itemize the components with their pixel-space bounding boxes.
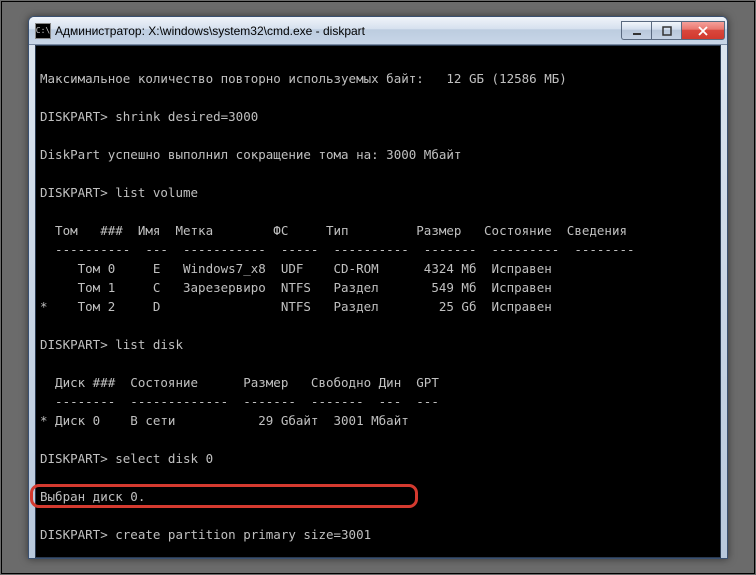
table-header: Том ### Имя Метка ФС Тип Размер Состояни…: [40, 223, 627, 238]
table-row: Том 1 C Зарезервиро NTFS Раздел 549 Мб И…: [40, 280, 552, 295]
output-line: Выбран диск 0.: [40, 489, 145, 504]
close-button[interactable]: [681, 21, 725, 40]
window-title: Администратор: X:\windows\system32\cmd.e…: [55, 24, 621, 38]
output-line: DiskPart успешно выполнил сокращение том…: [40, 147, 461, 162]
maximize-button[interactable]: [651, 21, 681, 40]
table-rule: -------- ------------- ------- ------- -…: [40, 394, 439, 409]
prompt-line: DISKPART> shrink desired=3000: [40, 109, 258, 124]
window-controls: [621, 21, 725, 40]
terminal-output[interactable]: Максимальное количество повторно использ…: [35, 45, 721, 558]
table-row: Том 0 E Windows7_x8 UDF CD-ROM 4324 Мб И…: [40, 261, 552, 276]
minimize-button[interactable]: [621, 21, 651, 40]
prompt-line: DISKPART> list volume: [40, 185, 198, 200]
titlebar[interactable]: C:\ Администратор: X:\windows\system32\c…: [29, 17, 727, 45]
output-line: Максимальное количество повторно использ…: [40, 71, 567, 86]
table-rule: ---------- --- ----------- ----- -------…: [40, 242, 635, 257]
cmd-icon: C:\: [35, 23, 51, 39]
table-row: * Диск 0 В сети 29 Gбайт 3001 Mбайт: [40, 413, 409, 428]
prompt-line: DISKPART> create partition primary size=…: [40, 527, 371, 542]
table-header: Диск ### Состояние Размер Свободно Дин G…: [40, 375, 439, 390]
table-row: * Том 2 D NTFS Раздел 25 Gб Исправен: [40, 299, 552, 314]
cmd-window: C:\ Администратор: X:\windows\system32\c…: [28, 16, 728, 559]
prompt-line: DISKPART> select disk 0: [40, 451, 213, 466]
prompt-line: DISKPART> list disk: [40, 337, 183, 352]
